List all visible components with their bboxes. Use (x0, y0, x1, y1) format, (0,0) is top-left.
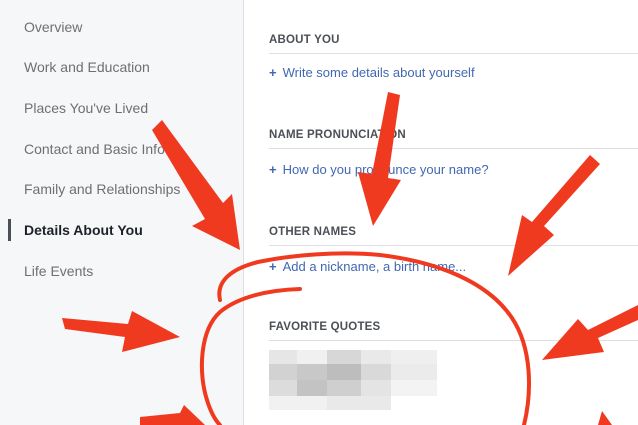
sidebar-item-places-lived[interactable]: Places You've Lived (24, 100, 148, 116)
section-divider (269, 53, 638, 54)
plus-icon: + (269, 162, 277, 177)
sidebar-item-work-and-education[interactable]: Work and Education (24, 59, 150, 75)
section-title-about-you: ABOUT YOU (269, 34, 340, 46)
favorite-quotes-blurred-content (269, 350, 437, 410)
section-divider (269, 148, 638, 149)
sidebar-item-overview[interactable]: Overview (24, 19, 82, 35)
details-main-panel: ABOUT YOU + Write some details about your… (245, 0, 638, 425)
plus-icon: + (269, 259, 277, 274)
section-title-favorite-quotes: FAVORITE QUOTES (269, 321, 381, 333)
sidebar-item-details-about-you[interactable]: Details About You (24, 222, 143, 238)
add-name-pronunciation-link[interactable]: + How do you pronounce your name? (269, 162, 489, 177)
add-other-name-link[interactable]: + Add a nickname, a birth name... (269, 259, 466, 274)
add-name-pronunciation-label: How do you pronounce your name? (282, 162, 489, 177)
add-about-you-label: Write some details about yourself (282, 65, 475, 80)
sidebar-nav: Overview Work and Education Places You'v… (0, 0, 244, 425)
sidebar-item-life-events[interactable]: Life Events (24, 263, 93, 279)
add-other-name-label: Add a nickname, a birth name... (282, 259, 467, 274)
section-title-other-names: OTHER NAMES (269, 226, 357, 238)
sidebar-item-contact-basic-info[interactable]: Contact and Basic Info (24, 141, 165, 157)
plus-icon: + (269, 65, 277, 80)
section-divider (269, 245, 638, 246)
sidebar-item-family-relationships[interactable]: Family and Relationships (24, 181, 180, 197)
active-indicator (8, 219, 11, 241)
section-divider (269, 340, 638, 341)
add-about-you-link[interactable]: + Write some details about yourself (269, 65, 475, 80)
section-title-name-pronunciation: NAME PRONUNCIATION (269, 129, 406, 141)
